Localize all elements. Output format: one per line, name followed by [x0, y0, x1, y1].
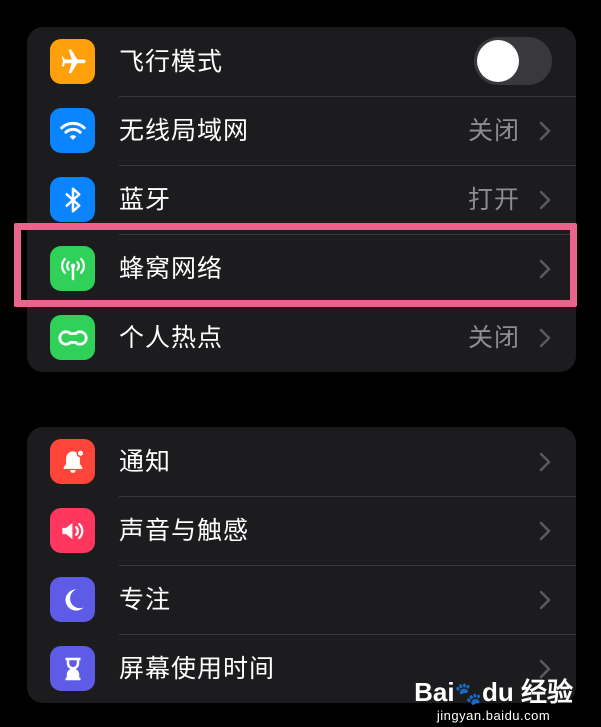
baidu-jingyan-watermark: Bai🐾du 经验 jingyan.baidu.com: [414, 677, 573, 723]
bluetooth-label: 蓝牙: [119, 185, 172, 214]
wifi-icon: [50, 108, 95, 153]
cellular-antenna-icon: [50, 246, 95, 291]
airplane-mode-row[interactable]: 飞行模式: [27, 27, 576, 96]
notification-bell-icon: [50, 439, 95, 484]
personal-hotspot-status: 关闭: [467, 323, 520, 352]
watermark-url: jingyan.baidu.com: [436, 708, 551, 723]
watermark-logo: Bai🐾du 经验: [414, 677, 573, 709]
airplane-icon: [50, 39, 95, 84]
chevron-right-icon: [539, 121, 551, 141]
watermark-brand-a: Bai: [414, 677, 455, 707]
chevron-right-icon: [539, 452, 551, 472]
paw-icon: 🐾: [454, 681, 482, 706]
personal-hotspot-icon: [50, 315, 95, 360]
chevron-right-icon: [539, 328, 551, 348]
focus-row[interactable]: 专注: [27, 565, 576, 634]
notifications-row[interactable]: 通知: [27, 427, 576, 496]
personal-hotspot-label: 个人热点: [119, 323, 224, 352]
screen-time-label: 屏幕使用时间: [119, 654, 276, 683]
chevron-right-icon: [539, 190, 551, 210]
hourglass-icon: [50, 646, 95, 691]
airplane-mode-toggle[interactable]: [474, 37, 552, 85]
toggle-knob: [477, 40, 519, 82]
watermark-brand-b: du: [481, 677, 514, 707]
wifi-label: 无线局域网: [119, 116, 250, 145]
sounds-haptics-row[interactable]: 声音与触感: [27, 496, 576, 565]
chevron-right-icon: [539, 590, 551, 610]
personal-hotspot-row[interactable]: 个人热点 关闭: [27, 303, 576, 372]
chevron-right-icon: [539, 259, 551, 279]
chevron-right-icon: [539, 521, 551, 541]
bluetooth-row[interactable]: 蓝牙 打开: [27, 165, 576, 234]
settings-group-connectivity: 飞行模式 无线局域网 关闭 蓝牙 打开 蜂窝网络 个人热点 关闭: [27, 27, 576, 372]
airplane-mode-label: 飞行模式: [119, 47, 224, 76]
settings-group-general: 通知 声音与触感 专注 屏幕使用时间: [27, 427, 576, 703]
bluetooth-icon: [50, 177, 95, 222]
watermark-brand-c: 经验: [520, 677, 573, 707]
cellular-row[interactable]: 蜂窝网络: [27, 234, 576, 303]
cellular-label: 蜂窝网络: [119, 254, 224, 283]
moon-icon: [50, 577, 95, 622]
speaker-icon: [50, 508, 95, 553]
notifications-label: 通知: [119, 447, 172, 476]
wifi-row[interactable]: 无线局域网 关闭: [27, 96, 576, 165]
sounds-haptics-label: 声音与触感: [119, 516, 250, 545]
bluetooth-status: 打开: [467, 185, 520, 214]
wifi-status: 关闭: [467, 116, 520, 145]
focus-label: 专注: [119, 585, 172, 614]
